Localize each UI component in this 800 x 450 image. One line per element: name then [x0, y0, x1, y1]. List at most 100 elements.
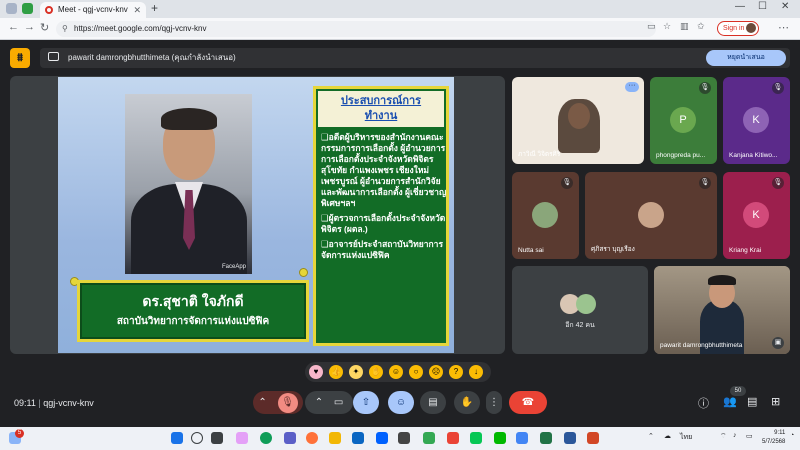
participant-name: ศุภิสรา บุญเรือง — [591, 246, 635, 253]
start-icon[interactable] — [171, 432, 183, 444]
sign-in-button[interactable]: Sign in — [717, 21, 760, 36]
app-icon[interactable] — [447, 432, 459, 444]
edge-icon[interactable] — [260, 432, 272, 444]
sign-in-label: Sign in — [723, 25, 745, 32]
chrome-icon[interactable] — [516, 432, 528, 444]
file-explorer-icon[interactable] — [329, 432, 341, 444]
speaker-name: ดร.สุชาติ ใจภักดี — [142, 293, 244, 309]
leave-call-button[interactable]: ☎ — [509, 391, 547, 414]
site-info-icon[interactable]: ⚲ — [62, 21, 68, 37]
url-field[interactable]: ⚲ https://meet.google.com/qgj-vcnv-knv — [56, 21, 656, 37]
new-tab-icon[interactable]: + — [151, 1, 158, 15]
experience-item: ❑ผู้ตรวจการเลือกตั้งประจำจังหวัดพิจิตร (… — [321, 213, 446, 234]
forward-icon[interactable]: → — [24, 21, 35, 33]
favorites-icon[interactable]: ✩ — [697, 21, 705, 32]
notifications-icon[interactable]: ◔ — [790, 432, 794, 439]
firefox-icon[interactable] — [306, 432, 318, 444]
url-text: https://meet.google.com/qgj-vcnv-knv — [74, 24, 207, 33]
participant-tile[interactable]: 🎙 ศุภิสรา บุญเรือง — [585, 172, 717, 259]
browser-tab-bar: Meet - qgj-vcnv-knv ✕ + — ☐ ✕ — [0, 0, 800, 18]
tile-options-icon[interactable]: ··· — [625, 82, 639, 92]
participant-tile[interactable]: K 🎙 Kriang Krai — [723, 172, 790, 259]
browser-tab-meet[interactable]: Meet - qgj-vcnv-knv ✕ — [40, 2, 146, 18]
powerpoint-icon[interactable] — [587, 432, 599, 444]
tab-actions-icon[interactable] — [22, 3, 33, 14]
excel-icon[interactable] — [540, 432, 552, 444]
chat-icon[interactable]: ▤ — [747, 395, 757, 408]
participant-name: ภาวิณี วิจิตรศิริ — [518, 151, 561, 158]
more-participants-count: อีก 42 คน — [565, 322, 595, 329]
clap-emoji-icon[interactable]: ✋ — [369, 365, 383, 379]
surprised-emoji-icon[interactable]: ○ — [409, 365, 423, 379]
participant-tile[interactable]: ··· ภาวิณี วิจิตรศิริ — [512, 77, 644, 164]
party-emoji-icon[interactable]: ✦ — [349, 365, 363, 379]
volume-icon[interactable]: ♪ — [733, 432, 737, 439]
line-icon[interactable] — [470, 432, 482, 444]
participant-tile[interactable]: 🎙 Nutta sai — [512, 172, 579, 259]
microphone-button[interactable]: ⌃ 🎙 — [253, 391, 303, 414]
heart-emoji-icon[interactable]: ♥ — [309, 365, 323, 379]
self-view-options-icon[interactable]: ▣ — [772, 337, 784, 349]
experience-list: ❑อดีตผู้บริหารของสำนักงานคณะกรรมการการเล… — [321, 132, 447, 265]
dropbox-icon[interactable] — [376, 432, 388, 444]
task-view-icon[interactable] — [211, 432, 223, 444]
maximize-icon[interactable]: ☐ — [758, 1, 767, 12]
battery-icon[interactable]: ▭ — [746, 432, 753, 440]
camera-button[interactable]: ⌃ ▭ — [305, 391, 353, 414]
participant-tile[interactable]: P 🎙 phongpreda pu... — [650, 77, 717, 164]
cast-icon[interactable]: ▭ — [647, 21, 656, 32]
teams-icon[interactable] — [284, 432, 296, 444]
captions-button[interactable]: ▤ — [420, 391, 446, 414]
participant-name: phongpreda pu... — [656, 152, 706, 159]
close-tab-icon[interactable]: ✕ — [133, 2, 141, 18]
reload-icon[interactable]: ↻ — [40, 21, 49, 34]
present-button[interactable]: ⇧ — [353, 391, 379, 414]
decor-dot — [299, 268, 308, 277]
meeting-info-icon[interactable]: ⓘ — [698, 395, 709, 411]
speaker-photo: FaceApp — [125, 94, 252, 274]
people-icon[interactable]: 👥 — [723, 395, 737, 408]
self-hair — [708, 275, 736, 285]
store-icon[interactable] — [352, 432, 364, 444]
app-icon[interactable] — [494, 432, 506, 444]
participant-tile[interactable]: K 🎙 Kanjana Kitiwo... — [723, 77, 790, 164]
more-menu-icon[interactable]: ⋯ — [778, 21, 789, 34]
search-icon[interactable] — [191, 432, 203, 444]
system-clock[interactable]: 9:11 5/7/2568 — [762, 429, 785, 447]
back-icon[interactable]: ← — [8, 21, 19, 33]
activities-icon[interactable]: ⊞ — [771, 395, 780, 408]
split-view-icon[interactable]: ▥ — [680, 21, 689, 32]
stop-presenting-button[interactable]: หยุดนำเสนอ — [706, 50, 786, 66]
star-icon[interactable]: ☆ — [663, 21, 671, 32]
raise-hand-button[interactable]: ✋ — [454, 391, 480, 414]
more-options-button[interactable]: ⋮ — [486, 391, 502, 414]
thumbs-up-emoji-icon[interactable]: 👍 — [329, 365, 343, 379]
tab-title: Meet - qgj-vcnv-knv — [58, 5, 128, 14]
app-icon[interactable] — [423, 432, 435, 444]
tray-app-icon[interactable]: ☁ — [664, 432, 671, 440]
camera-options-chevron-icon[interactable]: ⌃ — [315, 397, 323, 408]
thumbs-down-emoji-icon[interactable]: ↓ — [469, 365, 483, 379]
tray-chevron-icon[interactable]: ⌃ — [648, 432, 654, 440]
minimize-icon[interactable]: — — [735, 1, 745, 12]
emoji-reactions-button[interactable]: ☺ — [388, 391, 414, 414]
app-icon[interactable] — [398, 432, 410, 444]
language-indicator[interactable]: ไทย — [680, 432, 692, 443]
participant-avatar: P — [670, 107, 696, 133]
more-participants-tile[interactable]: อีก 42 คน — [512, 266, 648, 354]
mic-options-chevron-icon[interactable]: ⌃ — [258, 397, 266, 408]
copilot-icon[interactable] — [236, 432, 248, 444]
laugh-emoji-icon[interactable]: ☺ — [389, 365, 403, 379]
sad-emoji-icon[interactable]: ☹ — [429, 365, 443, 379]
camera-icon[interactable]: ▭ — [334, 397, 343, 408]
self-view-tile[interactable]: ▣ pawarit damrongbhutthimeta — [654, 266, 790, 354]
wifi-icon[interactable]: ⌔ — [720, 432, 727, 441]
word-icon[interactable] — [564, 432, 576, 444]
workspace-icon[interactable] — [6, 3, 17, 14]
mic-muted-icon: 🎙 — [699, 82, 711, 94]
profile-avatar — [746, 23, 757, 33]
close-window-icon[interactable]: ✕ — [781, 1, 789, 12]
participant-name: pawarit damrongbhutthimeta — [660, 342, 743, 349]
mic-off-icon[interactable]: 🎙 — [277, 393, 298, 413]
thinking-emoji-icon[interactable]: ? — [449, 365, 463, 379]
